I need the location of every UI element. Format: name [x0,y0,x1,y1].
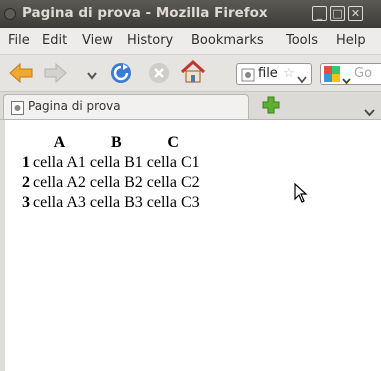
mouse-pointer-icon [294,182,308,207]
table-row: 3 cella A3 cella B3 cella C3 [21,194,201,212]
minimize-button[interactable]: _ [312,6,327,21]
menu-help[interactable]: Help [336,33,366,48]
tab-bar: Pagina di prova [0,92,381,120]
reload-icon[interactable] [109,61,133,89]
back-arrow-icon[interactable] [8,62,34,88]
navigation-toolbar: file ☆ Go [0,55,381,92]
url-bar[interactable]: file ☆ [236,63,312,85]
menu-bar: File Edit View History Bookmarks Tools H… [0,28,381,55]
url-dropdown-icon[interactable] [297,69,307,88]
table-cell: cella B3 [89,194,143,211]
menu-history[interactable]: History [127,33,173,48]
search-placeholder: Go [354,66,373,81]
window-titlebar[interactable]: Pagina di prova - Mozilla Firefox _ □ ✕ [0,0,381,28]
row-header: 2 [22,174,30,191]
home-icon[interactable] [180,59,206,88]
table-cell: cella A3 [33,194,86,211]
table-row: 2 cella A2 cella B2 cella C2 [21,174,201,192]
table-cell: cella A2 [33,174,86,191]
search-engine-dropdown-icon[interactable] [342,70,351,89]
table-cell: cella C1 [146,154,200,171]
menu-bookmarks[interactable]: Bookmarks [191,33,264,48]
table-row: 1 cella A1 cella B1 cella C1 [21,154,201,172]
table-corner-cell [21,134,30,152]
menu-file[interactable]: File [8,33,30,48]
window-menu-icon[interactable] [4,8,16,20]
table-cell: cella A1 [33,154,86,171]
column-header: A [53,134,66,151]
bookmark-star-icon[interactable]: ☆ [283,66,295,81]
page-identity-icon[interactable] [241,67,255,86]
maximize-button[interactable]: □ [330,6,345,21]
menu-edit[interactable]: Edit [42,33,67,48]
search-engine-icon[interactable] [324,66,340,86]
column-header: C [167,134,179,151]
forward-arrow-icon[interactable] [44,62,68,88]
row-header: 1 [22,154,30,171]
page-favicon-icon [11,100,24,119]
menu-tools[interactable]: Tools [286,33,318,48]
search-bar[interactable]: Go [320,63,381,85]
table-cell: cella C2 [146,174,200,191]
stop-icon[interactable] [147,61,171,89]
row-header: 3 [22,194,30,211]
window-title: Pagina di prova - Mozilla Firefox [22,5,268,21]
window-left-border [0,120,5,371]
tab-pagina-di-prova[interactable]: Pagina di prova [3,94,249,119]
table-cell: cella B2 [89,174,143,191]
table-cell: cella B1 [89,154,143,171]
table-header-row: A B C [21,134,201,152]
data-table: A B C 1 cella A1 cella B1 cella C1 2 cel… [19,132,203,214]
menu-view[interactable]: View [82,33,113,48]
tab-title: Pagina di prova [28,99,121,113]
history-dropdown-icon[interactable] [86,66,98,85]
new-tab-plus-icon[interactable] [262,96,280,118]
tab-list-dropdown-icon[interactable] [364,102,375,121]
url-text: file [258,66,278,81]
close-button[interactable]: ✕ [348,6,363,21]
table-cell: cella C3 [146,194,200,211]
column-header: B [110,134,122,151]
